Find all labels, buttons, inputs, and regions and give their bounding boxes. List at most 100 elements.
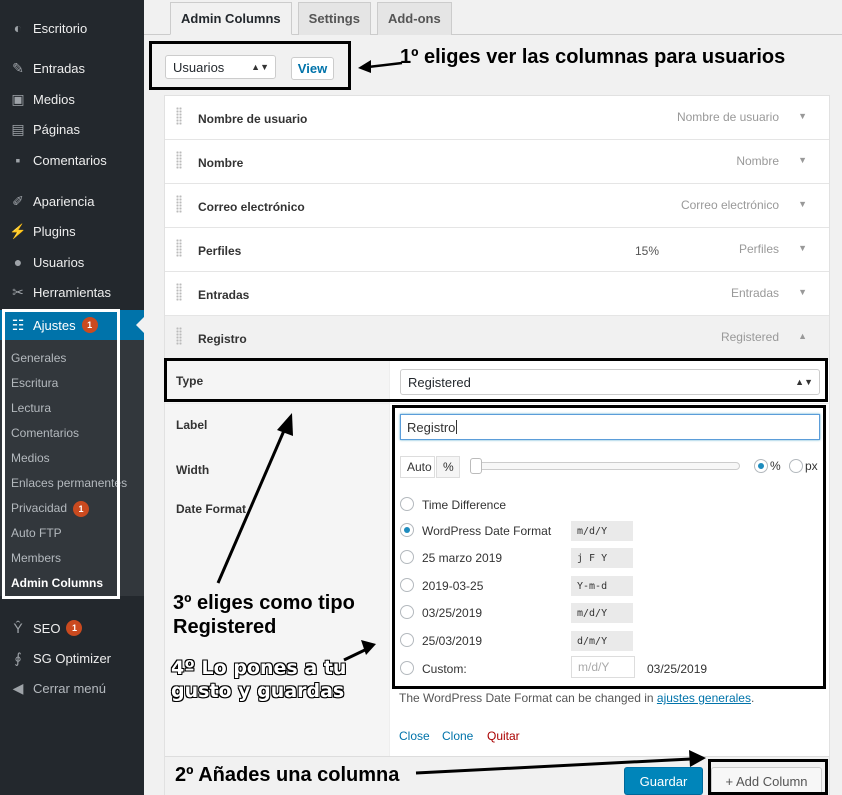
page-icon: ▤ <box>11 120 25 137</box>
date-format-label: Date Format <box>176 502 247 516</box>
menu-label: Entradas <box>33 60 86 76</box>
annotation-step3-line2: Registered <box>173 616 277 638</box>
expand-arrow-icon[interactable]: ▼ <box>798 287 807 297</box>
menu-label: Escritorio <box>33 20 88 36</box>
menu-label: Herramientas <box>33 284 112 300</box>
close-link[interactable]: Close <box>399 729 430 743</box>
column-row-open[interactable]: Registro Registered ▲ <box>165 316 829 360</box>
annotation-step4-line1: 4º Lo pones a tu <box>171 657 347 679</box>
annotation-step3: 3º eliges como tipo Registered <box>173 591 355 639</box>
highlight-frame-ajustes <box>2 309 120 599</box>
drag-handle-icon[interactable] <box>176 151 182 169</box>
column-type: Perfiles <box>738 242 779 256</box>
menu-item-usuarios[interactable]: ● Usuarios <box>0 247 144 277</box>
menu-item-apariencia[interactable]: ✐ Apariencia <box>0 186 144 216</box>
drag-handle-icon[interactable] <box>176 283 182 301</box>
annotation-step4: 4º Lo pones a tu gusto y guardas <box>171 657 346 703</box>
plugin-icon: ⚡ <box>9 222 27 239</box>
menu-label: Medios <box>33 91 75 107</box>
general-settings-link[interactable]: ajustes generales <box>657 691 751 705</box>
user-icon: ● <box>13 254 23 270</box>
highlight-frame-add-column <box>708 759 828 795</box>
annotation-step1: 1º eliges ver las columnas para usuarios <box>400 46 786 68</box>
drag-handle-icon[interactable] <box>176 239 182 257</box>
save-button[interactable]: Guardar <box>624 767 703 795</box>
seo-icon: Ŷ <box>13 620 23 636</box>
date-format-note: The WordPress Date Format can be changed… <box>399 691 754 705</box>
collapse-arrow-icon[interactable]: ▲ <box>798 331 807 341</box>
update-badge: 1 <box>66 620 83 636</box>
menu-label: Apariencia <box>33 193 95 209</box>
column-row[interactable]: Correo electrónico Correo electrónico ▼ <box>165 184 829 228</box>
menu-item-sg-optimizer[interactable]: ∮ SG Optimizer <box>0 643 144 673</box>
menu-item-escritorio[interactable]: ◐ Escritorio <box>0 13 144 43</box>
menu-label: Páginas <box>33 121 80 137</box>
drag-handle-icon[interactable] <box>176 327 182 345</box>
highlight-frame-settings <box>392 405 826 689</box>
tab-settings[interactable]: Settings <box>297 2 371 35</box>
list-screen-select[interactable]: Usuarios ▲▼ <box>165 55 276 79</box>
expand-arrow-icon[interactable]: ▼ <box>798 199 807 209</box>
view-button[interactable]: View <box>291 57 334 80</box>
menu-label: Usuarios <box>33 254 85 270</box>
expand-arrow-icon[interactable]: ▼ <box>798 243 807 253</box>
menu-label: Comentarios <box>33 152 107 168</box>
media-icon: ▣ <box>11 90 25 107</box>
menu-item-seo[interactable]: Ŷ SEO 1 <box>0 613 144 643</box>
column-type: Nombre de usuario <box>676 110 779 124</box>
column-row[interactable]: Nombre Nombre ▼ <box>165 140 829 184</box>
menu-item-paginas[interactable]: ▤ Páginas <box>0 114 144 144</box>
column-label: Nombre <box>198 156 244 170</box>
column-row[interactable]: Perfiles 15% Perfiles ▼ <box>165 228 829 272</box>
menu-label: Cerrar menú <box>33 680 106 696</box>
column-row[interactable]: Entradas Entradas ▼ <box>165 272 829 316</box>
annotation-step4-line2: gusto y guardas <box>171 680 345 702</box>
tab-bar: Admin Columns Settings Add-ons <box>170 2 458 35</box>
clone-link[interactable]: Clone <box>442 729 473 743</box>
note-text: The WordPress Date Format can be changed… <box>399 691 657 705</box>
menu-item-plugins[interactable]: ⚡ Plugins <box>0 216 144 246</box>
expand-arrow-icon[interactable]: ▼ <box>798 111 807 121</box>
column-label: Nombre de usuario <box>198 112 308 126</box>
highlight-frame-type <box>164 358 828 402</box>
menu-item-comentarios[interactable]: ▪ Comentarios <box>0 145 144 175</box>
label-label: Label <box>176 418 208 432</box>
menu-label: SG Optimizer <box>33 650 112 666</box>
remove-link[interactable]: Quitar <box>487 729 520 743</box>
annotation-step3-line1: 3º eliges como tipo <box>173 592 355 614</box>
expand-arrow-icon[interactable]: ▼ <box>798 155 807 165</box>
menu-item-cerrar-menu[interactable]: ◀ Cerrar menú <box>0 673 144 703</box>
arrow-step1-icon <box>358 60 403 73</box>
drag-handle-icon[interactable] <box>176 107 182 125</box>
column-label: Perfiles <box>198 244 242 258</box>
menu-item-entradas[interactable]: ✎ Entradas <box>0 53 144 83</box>
wrench-icon: ✂ <box>12 283 24 300</box>
pin-icon: ✎ <box>12 59 24 76</box>
column-type: Correo electrónico <box>680 198 779 212</box>
column-type: Nombre <box>736 154 779 168</box>
column-row[interactable]: Nombre de usuario Nombre de usuario ▼ <box>165 96 829 140</box>
column-type: Entradas <box>730 286 779 300</box>
column-label: Correo electrónico <box>198 200 305 214</box>
menu-label: Plugins <box>33 223 76 239</box>
menu-item-herramientas[interactable]: ✂ Herramientas <box>0 277 144 307</box>
main-content: Admin Columns Settings Add-ons Usuarios … <box>144 0 842 795</box>
annotation-step2: 2º Añades una columna <box>175 764 400 786</box>
tab-admin-columns[interactable]: Admin Columns <box>170 2 292 35</box>
comment-icon: ▪ <box>15 152 21 168</box>
menu-label: SEO <box>33 620 61 636</box>
note-end: . <box>750 691 755 705</box>
brush-icon: ✐ <box>12 192 24 209</box>
admin-sidebar: ◐ Escritorio ✎ Entradas ▣ Medios ▤ Páginas ▪… <box>0 0 144 795</box>
settings-divider <box>165 403 829 404</box>
tab-add-ons[interactable]: Add-ons <box>376 2 452 35</box>
dashboard-icon: ◐ <box>13 20 23 36</box>
menu-item-medios[interactable]: ▣ Medios <box>0 84 144 114</box>
column-label: Entradas <box>198 288 250 302</box>
collapse-icon: ◀ <box>12 679 24 696</box>
width-label: Width <box>176 463 210 477</box>
drag-handle-icon[interactable] <box>176 195 182 213</box>
column-type: Registered <box>720 330 779 344</box>
list-screen-value: Usuarios <box>173 59 225 75</box>
sg-icon: ∮ <box>14 649 22 666</box>
